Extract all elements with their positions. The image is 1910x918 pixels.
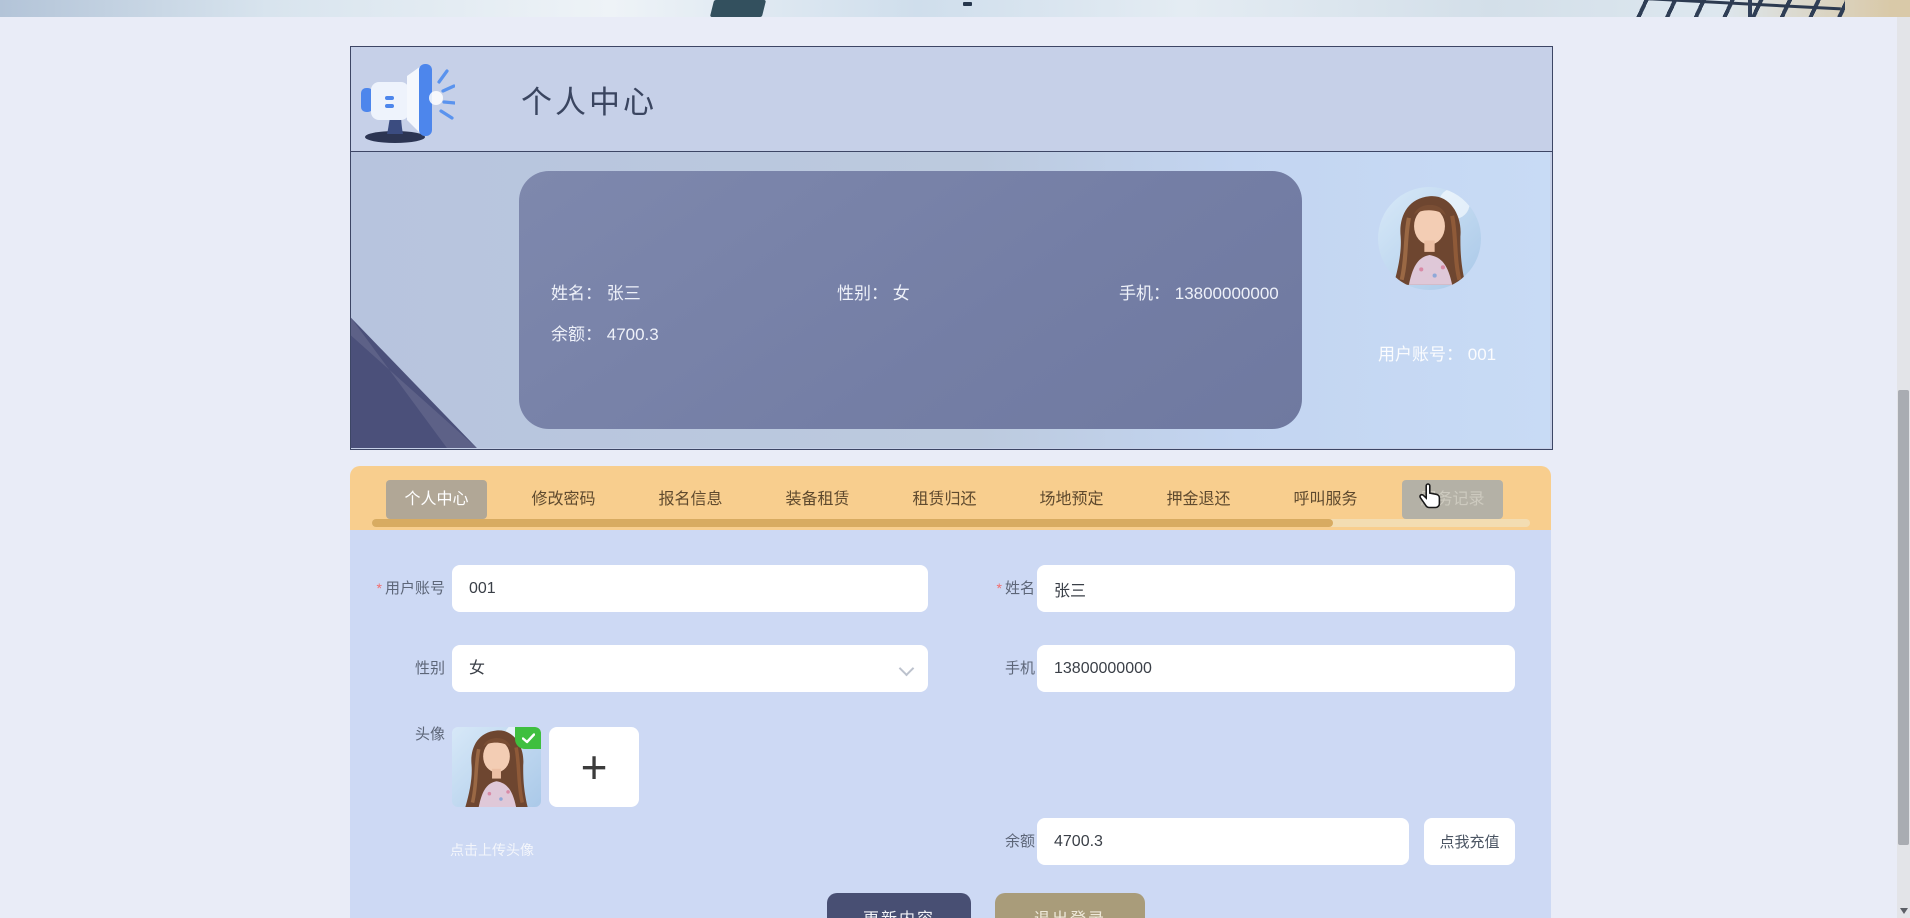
gender-select-value: 女 bbox=[469, 660, 486, 677]
account-value: 001 bbox=[1467, 345, 1497, 364]
top-photo-banner bbox=[0, 0, 1910, 17]
balance-input[interactable] bbox=[1037, 818, 1409, 865]
gender-select[interactable]: 女 bbox=[452, 645, 928, 692]
summary-balance: 余额： 4700.3 bbox=[551, 320, 659, 345]
summary-gender-label: 性别： bbox=[837, 284, 888, 303]
tab-list: 个人中心 修改密码 报名信息 装备租赁 租赁归还 场地预定 押金退还 呼叫服务 … bbox=[386, 480, 1503, 519]
tab-scrollbar[interactable] bbox=[372, 519, 1530, 527]
summary-balance-value: 4700.3 bbox=[606, 325, 659, 344]
vertical-scrollbar[interactable] bbox=[1897, 17, 1910, 918]
avatar-field-label-text: 头像 bbox=[414, 726, 445, 743]
update-button[interactable]: 更新内容 bbox=[827, 893, 971, 918]
title-bar: 个人中心 bbox=[351, 47, 1552, 152]
summary-name-value: 张三 bbox=[606, 284, 641, 303]
phone-input[interactable] bbox=[1037, 645, 1515, 692]
account-field-label: * 用户账号 bbox=[360, 565, 445, 612]
gender-field-label-text: 性别 bbox=[414, 660, 445, 677]
profile-form: *用户账号 *姓名 性别 女 手机 头像 bbox=[350, 530, 1551, 918]
tab-bar: 个人中心 修改密码 报名信息 装备租赁 租赁归还 场地预定 押金退还 呼叫服务 … bbox=[350, 466, 1551, 530]
tab-personal-center[interactable]: 个人中心 bbox=[386, 480, 487, 519]
hero-section: 姓名： 张三 性别： 女 手机： 13800000000 余额： 4700.3 bbox=[351, 152, 1550, 448]
name-input[interactable] bbox=[1037, 565, 1515, 612]
scrollbar-down-arrow-icon[interactable] bbox=[1900, 908, 1908, 914]
balance-field-label-text: 余额 bbox=[1004, 833, 1035, 850]
tab-rental-return[interactable]: 租赁归还 bbox=[894, 480, 995, 519]
profile-header-card: 个人中心 姓名： 张三 性别： 女 手机： 13800000000 余额： 47… bbox=[350, 46, 1553, 450]
plus-icon: + bbox=[580, 741, 608, 793]
gender-field-label: 性别 bbox=[360, 645, 445, 692]
selected-check-badge bbox=[515, 727, 541, 749]
avatar-field-label: 头像 bbox=[360, 720, 445, 750]
balance-field-label: 余额 bbox=[950, 818, 1035, 865]
phone-field-label-text: 手机 bbox=[1004, 660, 1035, 677]
chevron-down-icon bbox=[898, 660, 915, 677]
tab-call-service[interactable]: 呼叫服务 bbox=[1275, 480, 1376, 519]
avatar-photo bbox=[1378, 187, 1481, 290]
name-field-label-text: 姓名 bbox=[1004, 580, 1035, 597]
upload-plus-button[interactable]: + bbox=[549, 727, 639, 807]
page-title: 个人中心 bbox=[521, 85, 657, 120]
summary-gender-value: 女 bbox=[892, 284, 910, 303]
avatar-thumbnail[interactable] bbox=[452, 727, 541, 807]
summary-name-label: 姓名： bbox=[551, 284, 602, 303]
avatar bbox=[1378, 187, 1481, 290]
profile-summary-box: 姓名： 张三 性别： 女 手机： 13800000000 余额： 4700.3 bbox=[519, 171, 1302, 429]
summary-phone: 手机： 13800000000 bbox=[1119, 279, 1279, 304]
phone-field-label: 手机 bbox=[950, 645, 1035, 692]
megaphone-icon bbox=[361, 64, 455, 143]
account-field-label-text: 用户账号 bbox=[384, 580, 445, 597]
tab-scrollbar-thumb[interactable] bbox=[372, 519, 1334, 527]
required-icon: * bbox=[376, 580, 382, 596]
tab-change-password[interactable]: 修改密码 bbox=[513, 480, 614, 519]
scrollbar-thumb[interactable] bbox=[1898, 390, 1909, 845]
banner-pole bbox=[1748, 0, 1752, 17]
tab-equipment-rental[interactable]: 装备租赁 bbox=[767, 480, 868, 519]
main-card: 个人中心 修改密码 报名信息 装备租赁 租赁归还 场地预定 押金退还 呼叫服务 … bbox=[350, 466, 1551, 918]
logout-button[interactable]: 退出登录 bbox=[995, 893, 1145, 918]
upload-hint-link[interactable]: 点击上传头像 bbox=[450, 840, 534, 860]
name-field-label: * 姓名 bbox=[950, 565, 1035, 612]
tab-deposit-refund[interactable]: 押金退还 bbox=[1148, 480, 1249, 519]
account-line: 用户账号： 001 bbox=[1378, 340, 1496, 365]
summary-name: 姓名： 张三 bbox=[551, 279, 641, 304]
banner-dark-shape bbox=[709, 0, 767, 17]
summary-phone-value: 13800000000 bbox=[1174, 284, 1279, 303]
account-input[interactable] bbox=[452, 565, 928, 612]
tab-registration-info[interactable]: 报名信息 bbox=[640, 480, 741, 519]
required-icon: * bbox=[996, 580, 1002, 596]
check-icon bbox=[521, 732, 535, 743]
screen: 个人中心 姓名： 张三 性别： 女 手机： 13800000000 余额： 47… bbox=[0, 0, 1910, 918]
banner-small-mark bbox=[963, 2, 972, 6]
tab-service-records[interactable]: 服务记录 bbox=[1402, 480, 1503, 519]
account-label: 用户账号： bbox=[1378, 345, 1463, 364]
tab-venue-booking[interactable]: 场地预定 bbox=[1021, 480, 1122, 519]
summary-phone-label: 手机： bbox=[1119, 284, 1170, 303]
summary-balance-label: 余额： bbox=[551, 325, 602, 344]
summary-gender: 性别： 女 bbox=[837, 279, 910, 304]
recharge-button[interactable]: 点我充值 bbox=[1424, 818, 1515, 865]
